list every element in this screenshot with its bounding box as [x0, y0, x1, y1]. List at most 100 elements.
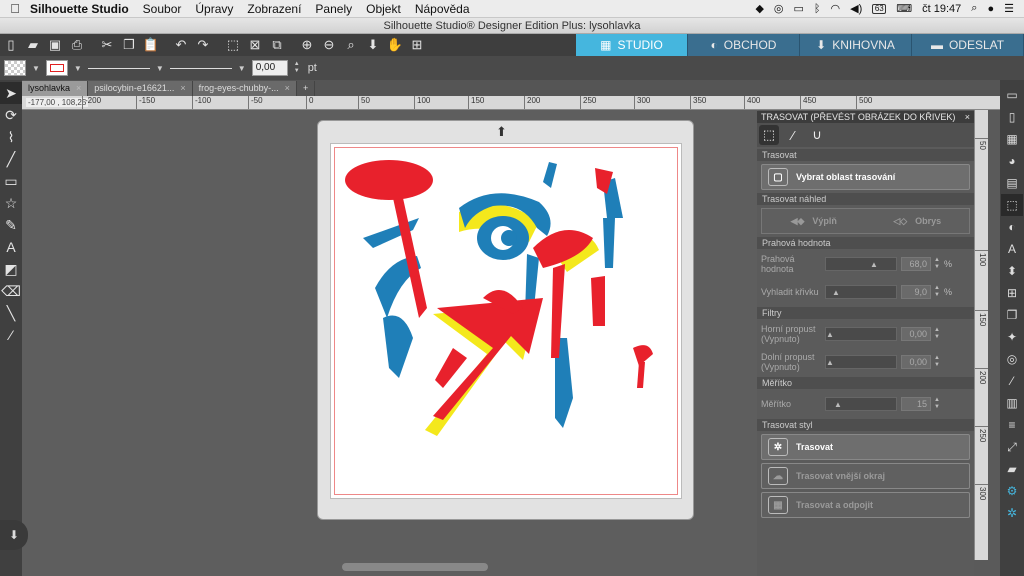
menu-napoveda[interactable]: Nápověda — [415, 2, 470, 16]
pan-hand-icon[interactable]: ✋ — [384, 35, 406, 55]
brush-icon[interactable]: ╲ — [0, 302, 22, 324]
close-icon[interactable]: × — [965, 111, 970, 123]
trace-panel-icon[interactable]: ⬚ — [1001, 194, 1023, 216]
expand-icon[interactable]: ⤢ — [1001, 436, 1023, 458]
user-avatar[interactable]: ● — [987, 3, 994, 15]
close-icon[interactable]: × — [76, 81, 81, 96]
tab-studio[interactable]: ▦ STUDIO — [576, 34, 688, 56]
pencil-icon[interactable]: ✎ — [0, 214, 22, 236]
highpass-slider[interactable]: ▲ — [825, 327, 897, 341]
undo-icon[interactable]: ↶ — [170, 35, 192, 55]
move-arrow-icon[interactable]: ⬇ — [362, 35, 384, 55]
select-arrow-icon[interactable]: ➤ — [0, 82, 22, 104]
eyedropper-icon[interactable]: ⁄ — [0, 324, 22, 346]
modify-icon[interactable]: ✦ — [1001, 326, 1023, 348]
creative-cloud-icon[interactable]: ◎ — [774, 2, 784, 15]
library-panel-icon[interactable]: ▥ — [1001, 392, 1023, 414]
select-all-icon[interactable]: ⬚ — [222, 35, 244, 55]
doc-tab-lysohlavka[interactable]: lysohlavka × — [22, 81, 89, 96]
offset-icon[interactable]: ◎ — [1001, 348, 1023, 370]
point-edit-icon[interactable]: ⟳ — [0, 104, 22, 126]
close-icon[interactable]: × — [180, 81, 185, 96]
menu-zobrazeni[interactable]: Zobrazení — [247, 2, 301, 16]
settings-gear-icon[interactable]: ⚙ — [1001, 480, 1023, 502]
save-icon[interactable]: ▣ — [44, 35, 66, 55]
wifi-icon[interactable]: ◠ — [831, 2, 841, 15]
paste-icon[interactable]: 📋 — [140, 35, 162, 55]
close-icon[interactable]: × — [285, 81, 290, 96]
menu-soubor[interactable]: Soubor — [143, 2, 182, 16]
slider-thumb[interactable]: ▲ — [826, 357, 834, 368]
design-canvas[interactable]: ⬆ — [22, 110, 758, 576]
add-tab-button[interactable]: + — [297, 81, 316, 96]
replicate-icon[interactable]: ❐ — [1001, 304, 1023, 326]
rectangle-tool-icon[interactable]: ▭ — [0, 170, 22, 192]
line-style-select[interactable] — [87, 67, 150, 69]
scale-input[interactable]: 15 — [901, 397, 931, 411]
menu-panely[interactable]: Panely — [315, 2, 352, 16]
menu-objekt[interactable]: Objekt — [366, 2, 401, 16]
tab-obchod[interactable]: ◐ OBCHOD — [688, 34, 800, 56]
stack-icon[interactable]: ≡ — [1001, 414, 1023, 436]
mushroom-artwork[interactable] — [343, 158, 669, 438]
zoom-in-icon[interactable]: ⊕ — [296, 35, 318, 55]
line-width-stepper[interactable]: ▲ ▼ — [294, 61, 302, 75]
slider-thumb[interactable]: ▲ — [832, 287, 840, 298]
trace-and-detach-button[interactable]: ▦ Trasovat a odpojit — [761, 492, 970, 518]
knife-panel-icon[interactable]: ⁄ — [1001, 370, 1023, 392]
slider-thumb[interactable]: ▲ — [870, 259, 878, 270]
layers-icon[interactable]: ▤ — [1001, 172, 1023, 194]
page-setup-icon[interactable]: ▭ — [1001, 84, 1023, 106]
sync-icon[interactable]: ✲ — [1001, 502, 1023, 524]
preview-fill-button[interactable]: ◀◆ Výplň — [762, 209, 866, 233]
dropbox-icon[interactable]: ◆ — [755, 2, 763, 15]
line-join-select[interactable] — [169, 67, 232, 69]
smooth-stepper[interactable]: ▲ ▼ — [934, 285, 942, 299]
doc-tab-psilocybin[interactable]: psilocybin-e16621... × — [88, 81, 193, 96]
fill-tool-icon[interactable]: ◩ — [0, 258, 22, 280]
eraser-icon[interactable]: ⌫ — [0, 280, 22, 302]
menubar-clock[interactable]: čt 19:47 — [922, 3, 961, 15]
scale-stepper[interactable]: ▲ ▼ — [934, 397, 942, 411]
new-document-icon[interactable]: ▯ — [0, 35, 22, 55]
notification-icon[interactable]: ☰ — [1004, 2, 1014, 15]
horizontal-scrollbar[interactable] — [342, 563, 488, 571]
open-folder-icon[interactable]: ▰ — [22, 35, 44, 55]
magnet-icon[interactable]: ∪ — [807, 125, 827, 145]
knife-icon[interactable]: ⌇ — [0, 126, 22, 148]
design-page[interactable] — [330, 143, 682, 499]
add-page-icon[interactable]: ⊞ — [406, 35, 428, 55]
scale-slider[interactable]: ▲ — [825, 397, 897, 411]
slider-thumb[interactable]: ▲ — [826, 329, 834, 340]
palette-icon[interactable]: ◕ — [1001, 150, 1023, 172]
print-icon[interactable]: ⎙ — [66, 35, 88, 55]
transform-icon[interactable]: ⬍ — [1001, 260, 1023, 282]
screen-icon[interactable]: ▭ — [794, 2, 804, 15]
smooth-slider[interactable]: ▲ — [825, 285, 897, 299]
polygon-star-icon[interactable]: ☆ — [0, 192, 22, 214]
zoom-fit-icon[interactable]: ⌕ — [340, 35, 362, 55]
line-width-input[interactable]: 0,00 — [251, 60, 288, 76]
spotlight-icon[interactable]: ⌕ — [971, 2, 977, 15]
fill-dropdown-icon[interactable]: ▼ — [32, 64, 40, 73]
zoom-out-icon[interactable]: ⊖ — [318, 35, 340, 55]
document-icon[interactable]: ▯ — [1001, 106, 1023, 128]
keyboard-icon[interactable]: ⌨ — [896, 2, 912, 15]
fill-color-swatch[interactable] — [4, 60, 26, 76]
trace-outer-edge-button[interactable]: ☁ Trasovat vnější okraj — [761, 463, 970, 489]
line-tool-icon[interactable]: ╱ — [0, 148, 22, 170]
line-color-swatch[interactable] — [45, 60, 68, 76]
lowpass-input[interactable]: 0,00 — [901, 355, 931, 369]
align-icon[interactable]: ⊞ — [1001, 282, 1023, 304]
fill-panel-icon[interactable]: ◐ — [1001, 216, 1023, 238]
threshold-slider[interactable]: ▲ — [825, 257, 897, 271]
text-panel-icon[interactable]: A — [1001, 238, 1023, 260]
select-trace-area-button[interactable]: ▢ Vybrat oblast trasování — [761, 164, 970, 190]
cut-icon[interactable]: ✂ — [96, 35, 118, 55]
deselect-icon[interactable]: ⊠ — [244, 35, 266, 55]
lowpass-stepper[interactable]: ▲ ▼ — [934, 355, 942, 369]
highpass-stepper[interactable]: ▲ ▼ — [934, 327, 942, 341]
highpass-input[interactable]: 0,00 — [901, 327, 931, 341]
grid-settings-icon[interactable]: ▦ — [1001, 128, 1023, 150]
redo-icon[interactable]: ↷ — [192, 35, 214, 55]
